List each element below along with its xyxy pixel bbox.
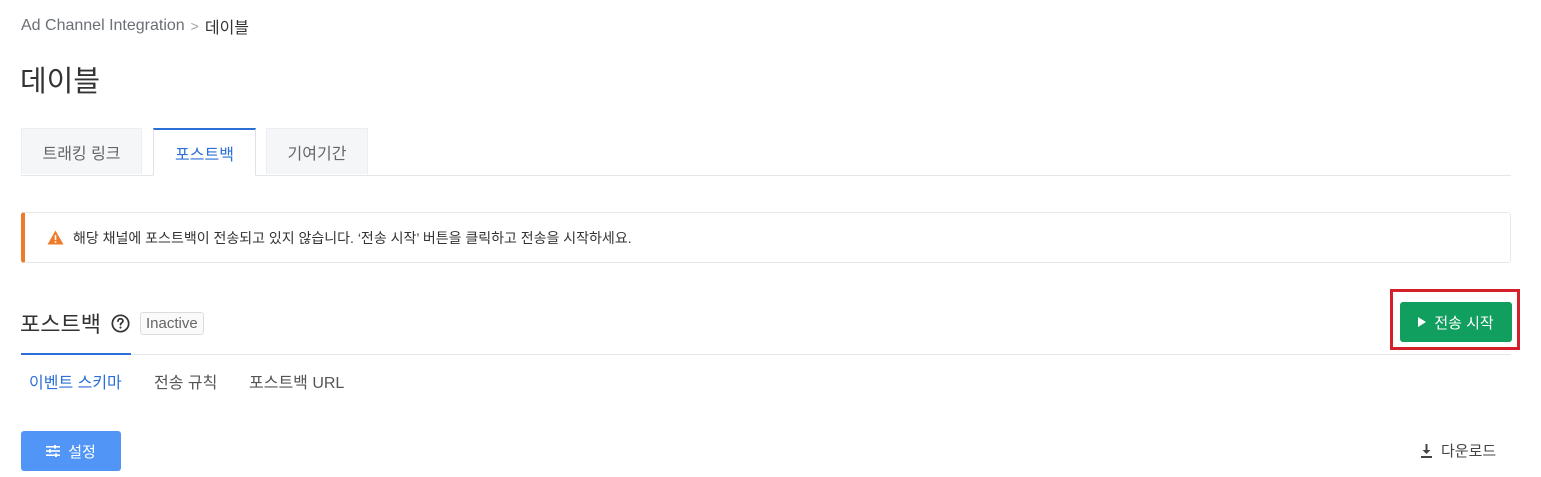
download-label: 다운로드 (1441, 443, 1497, 460)
tab-postback[interactable]: 포스트백 (153, 128, 256, 176)
settings-button-label: 설정 (68, 443, 96, 461)
subtab-transmission-rules[interactable]: 전송 규칙 (154, 369, 217, 393)
alert-message: 해당 채널에 포스트백이 전송되고 있지 않습니다. ‘전송 시작’ 버튼을 클… (73, 229, 632, 246)
question-circle-icon[interactable] (111, 313, 130, 333)
breadcrumb-parent-link[interactable]: Ad Channel Integration (21, 17, 185, 35)
postback-inactive-alert: 해당 채널에 포스트백이 전송되고 있지 않습니다. ‘전송 시작’ 버튼을 클… (21, 212, 1511, 263)
download-button[interactable]: 다운로드 (1420, 440, 1496, 461)
breadcrumb-separator: > (190, 18, 199, 34)
start-transmission-button[interactable]: 전송 시작 (1400, 302, 1512, 342)
warning-triangle-icon (47, 230, 64, 245)
tab-tracking-link[interactable]: 트래킹 링크 (21, 128, 142, 174)
tab-attribution-window[interactable]: 기여기간 (266, 128, 368, 174)
subtab-event-schema[interactable]: 이벤트 스키마 (29, 369, 122, 393)
download-icon (1421, 443, 1432, 458)
status-badge: Inactive (139, 311, 204, 335)
channel-tabs: 트래킹 링크 포스트백 기여기간 (21, 128, 1511, 176)
play-icon (1418, 317, 1427, 327)
page-title: 데이블 (20, 66, 101, 98)
subtab-divider (21, 354, 1511, 355)
subtab-postback-url[interactable]: 포스트백 URL (249, 369, 344, 393)
active-subtab-indicator (21, 353, 131, 355)
start-button-label: 전송 시작 (1434, 314, 1494, 332)
postback-section-header: 포스트백 Inactive (20, 307, 204, 339)
settings-button[interactable]: 설정 (21, 431, 121, 471)
breadcrumb: Ad Channel Integration > 데이블 (21, 14, 249, 38)
section-title: 포스트백 (20, 312, 101, 337)
sliders-icon (46, 445, 61, 457)
breadcrumb-current: 데이블 (204, 20, 250, 37)
